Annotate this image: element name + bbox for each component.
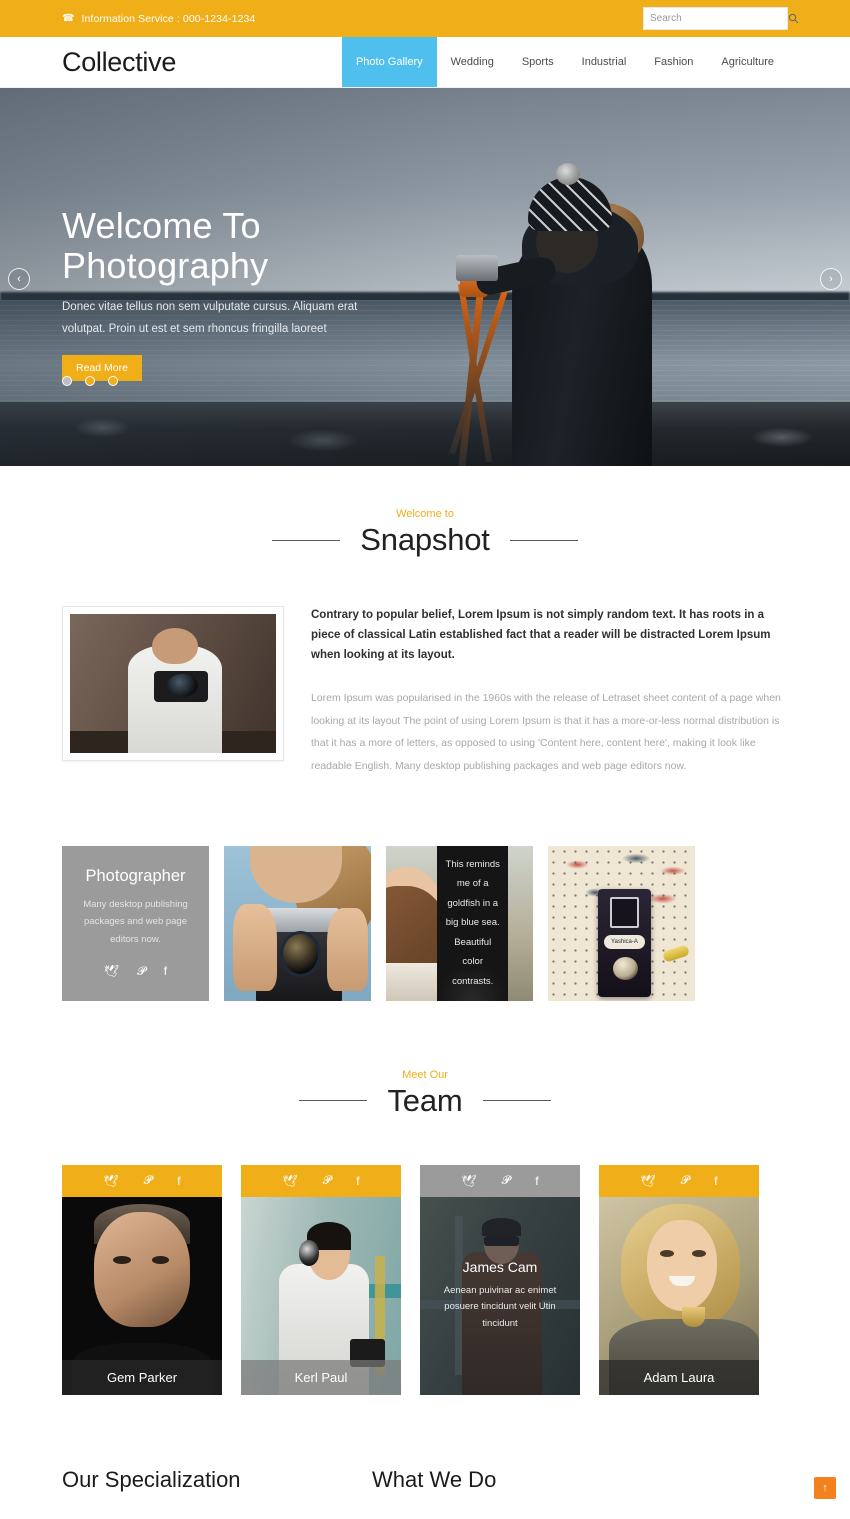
snapshot-section: Welcome to Snapshot Contrary to popular …: [0, 466, 850, 778]
team-social-bar: 🕊 𝓟 f: [62, 1164, 222, 1197]
specialization-title: Our Specialization: [62, 1466, 241, 1492]
twitter-icon[interactable]: 🕊: [103, 1174, 118, 1188]
team-photo: James Cam Aenean puivinar ac enimet posu…: [420, 1196, 580, 1395]
team-photo: Gem Parker: [62, 1196, 222, 1395]
what-we-do-column: What We Do: [372, 1467, 787, 1519]
gallery-card-title: Photographer: [85, 866, 186, 885]
snapshot-paragraph: Lorem Ipsum was popularised in the 1960s…: [311, 692, 781, 772]
team-heading: Meet Our Team: [0, 1069, 850, 1119]
nav-menu: Photo Gallery Wedding Sports Industrial …: [341, 37, 788, 87]
slider-dot-3[interactable]: [108, 376, 118, 386]
twitter-icon[interactable]: 🕊: [282, 1174, 297, 1188]
snapshot-lead-text: Contrary to popular belief, Lorem Ipsum …: [311, 609, 771, 661]
slider-next-arrow[interactable]: ›: [820, 268, 842, 290]
snapshot-heading: Welcome to Snapshot: [0, 508, 850, 558]
site-logo[interactable]: Collective: [62, 47, 176, 78]
team-card-james-cam[interactable]: 🕊 𝓟 f James Cam Aenean puivinar ac enime…: [420, 1164, 580, 1395]
team-grid: 🕊 𝓟 f Gem Parker 🕊 𝓟 f Kerl Paul 🕊 𝓟 f J…: [0, 1164, 850, 1395]
specialization-column: Our Specialization: [62, 1467, 372, 1519]
snapshot-image-frame: [62, 606, 284, 761]
pinterest-icon[interactable]: 𝓟: [502, 1173, 511, 1188]
gallery-image-quote[interactable]: This reminds me of a goldfish in a big b…: [386, 845, 533, 1001]
hero-subtitle: Donec vitae tellus non sem vulputate cur…: [62, 301, 358, 336]
pinterest-icon[interactable]: 𝓟: [681, 1173, 690, 1188]
nav-item-sports[interactable]: Sports: [508, 37, 568, 87]
gallery-strip: Photographer Many desktop publishing pac…: [0, 845, 850, 1001]
team-rule-left: [299, 1100, 368, 1102]
gallery-card-desc: Many desktop publishing packages and web…: [83, 898, 188, 945]
facebook-icon[interactable]: f: [535, 1174, 538, 1188]
nav-item-industrial[interactable]: Industrial: [568, 37, 641, 87]
scroll-to-top-button[interactable]: ↑: [814, 1477, 836, 1499]
snapshot-photo: [70, 614, 276, 753]
team-social-bar: 🕊 𝓟 f: [420, 1164, 580, 1197]
hero-slider: Welcome To Photography Donec vitae tellu…: [0, 88, 850, 466]
slider-prev-arrow[interactable]: ‹: [8, 268, 30, 290]
hero-content: Welcome To Photography Donec vitae tellu…: [62, 206, 392, 381]
gallery-text-card: Photographer Many desktop publishing pac…: [62, 845, 209, 1001]
top-bar: ☎ Information Service : 000-1234-1234: [0, 0, 850, 37]
pinterest-icon[interactable]: 𝓟: [137, 964, 146, 979]
page-root: ☎ Information Service : 000-1234-1234 Co…: [0, 0, 850, 1519]
gallery-quote-panel: This reminds me of a goldfish in a big b…: [437, 845, 508, 1001]
team-kicker: Meet Our: [402, 1068, 448, 1081]
team-card-gem-parker[interactable]: 🕊 𝓟 f Gem Parker: [62, 1164, 222, 1395]
gallery-card-social: 🕊 𝓟 f: [104, 964, 167, 979]
arrow-up-icon: ↑: [822, 1482, 828, 1494]
heading-rule-right: [509, 539, 578, 541]
facebook-icon[interactable]: f: [177, 1174, 180, 1188]
camera-badge-label: Yashica-A: [603, 935, 646, 950]
search-icon: [788, 13, 799, 24]
gallery-image-yashica[interactable]: Yashica-A: [548, 845, 695, 1001]
team-member-name: Adam Laura: [599, 1359, 759, 1395]
snapshot-text-block: Contrary to popular belief, Lorem Ipsum …: [284, 606, 788, 778]
snapshot-kicker: Welcome to: [396, 508, 454, 520]
slider-dot-2[interactable]: [85, 376, 95, 386]
facebook-icon[interactable]: f: [714, 1174, 717, 1188]
team-social-bar: 🕊 𝓟 f: [241, 1164, 401, 1197]
team-photo: Adam Laura: [599, 1196, 759, 1395]
twitter-icon[interactable]: 🕊: [461, 1174, 476, 1188]
team-social-bar: 🕊 𝓟 f: [599, 1164, 759, 1197]
team-member-desc: Aenean puivinar ac enimet posuere tincid…: [443, 1284, 557, 1329]
snapshot-title: Snapshot: [360, 522, 490, 557]
pinterest-icon[interactable]: 𝓟: [323, 1173, 332, 1188]
team-photo: Kerl Paul: [241, 1196, 401, 1395]
heading-rule-left: [272, 539, 341, 541]
hero-title: Welcome To Photography: [62, 205, 269, 286]
phone-icon: ☎: [62, 12, 75, 24]
team-hover-overlay: James Cam Aenean puivinar ac enimet posu…: [420, 1196, 580, 1395]
team-member-name: Gem Parker: [62, 1359, 222, 1395]
search-input[interactable]: [644, 8, 788, 29]
main-navbar: Collective Photo Gallery Wedding Sports …: [0, 37, 850, 88]
info-service-block: ☎ Information Service : 000-1234-1234: [62, 13, 255, 25]
info-service-text: Information Service : 000-1234-1234: [81, 12, 256, 25]
snapshot-body: Contrary to popular belief, Lorem Ipsum …: [0, 606, 850, 778]
pinterest-icon[interactable]: 𝓟: [144, 1173, 153, 1188]
team-section: Meet Our Team 🕊 𝓟 f Gem Parker 🕊 𝓟 f Ker…: [0, 1001, 850, 1395]
nav-item-fashion[interactable]: Fashion: [640, 37, 707, 87]
twitter-icon[interactable]: 🕊: [640, 1174, 655, 1188]
facebook-icon[interactable]: f: [164, 964, 167, 979]
what-we-do-title: What We Do: [372, 1466, 497, 1492]
gallery-quote-text: This reminds me of a goldfish in a big b…: [445, 858, 500, 987]
bottom-section: Our Specialization What We Do: [0, 1467, 850, 1519]
team-rule-right: [482, 1100, 551, 1102]
team-member-name: Kerl Paul: [241, 1359, 401, 1395]
slider-dot-1[interactable]: [62, 376, 72, 386]
slider-dots: [62, 376, 118, 386]
team-member-name: James Cam: [462, 1258, 538, 1275]
team-card-kerl-paul[interactable]: 🕊 𝓟 f Kerl Paul: [241, 1164, 401, 1395]
team-card-adam-laura[interactable]: 🕊 𝓟 f Adam Laura: [599, 1164, 759, 1395]
nav-item-photo-gallery[interactable]: Photo Gallery: [341, 37, 437, 87]
gallery-image-camera[interactable]: [224, 845, 371, 1001]
twitter-icon[interactable]: 🕊: [104, 964, 119, 979]
team-title: Team: [387, 1082, 463, 1118]
facebook-icon[interactable]: f: [356, 1174, 359, 1188]
search-button[interactable]: [788, 8, 799, 29]
search-box[interactable]: [643, 7, 799, 30]
nav-item-wedding[interactable]: Wedding: [437, 37, 508, 87]
nav-item-agriculture[interactable]: Agriculture: [707, 37, 788, 87]
